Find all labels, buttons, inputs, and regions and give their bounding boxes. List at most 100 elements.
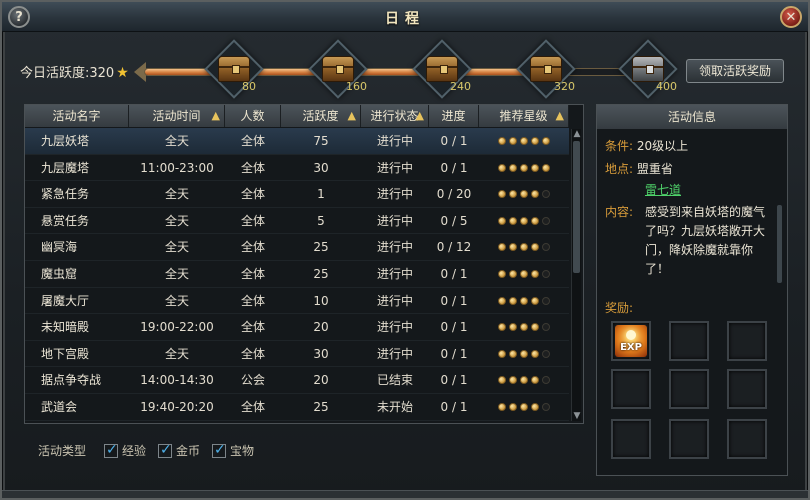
table-row[interactable]: 据点争夺战 14:00-14:30 公会 20 已结束 0 / 1 bbox=[25, 367, 569, 394]
table-scrollbar[interactable]: ▲ ▼ bbox=[571, 129, 581, 421]
star-filled-icon bbox=[520, 349, 528, 358]
reward-slot[interactable] bbox=[611, 369, 651, 409]
reward-slot[interactable] bbox=[727, 321, 767, 361]
cell-time: 全天 bbox=[164, 266, 189, 281]
cell-people: 全体 bbox=[240, 187, 265, 202]
reward-slot[interactable] bbox=[727, 369, 767, 409]
table-row[interactable]: 紧急任务 全天 全体 1 进行中 0 / 20 bbox=[25, 181, 569, 208]
cell-progress: 0 / 12 bbox=[436, 240, 472, 255]
table-row[interactable]: 屠魔大厅 全天 全体 10 进行中 0 / 1 bbox=[25, 288, 569, 315]
star-rating bbox=[479, 394, 569, 420]
filter-treasure-checkbox[interactable]: 宝物 bbox=[212, 442, 254, 459]
milestone-chest[interactable]: 320 bbox=[516, 39, 576, 99]
close-button[interactable]: ✕ bbox=[780, 6, 802, 28]
milestone-chest[interactable]: 400 bbox=[618, 39, 678, 99]
filter-gold-checkbox[interactable]: 金币 bbox=[158, 442, 200, 459]
cell-people: 全体 bbox=[240, 399, 265, 414]
cell-activity: 20 bbox=[313, 320, 329, 335]
cell-time: 19:00-22:00 bbox=[140, 320, 214, 335]
filter-exp-checkbox[interactable]: 经验 bbox=[104, 442, 146, 459]
table-row[interactable]: 地下宫殿 全天 全体 30 进行中 0 / 1 bbox=[25, 341, 569, 368]
column-header[interactable]: 活跃度 ▲ bbox=[281, 105, 361, 127]
table-row[interactable]: 幽冥海 全天 全体 25 进行中 0 / 12 bbox=[25, 234, 569, 261]
cell-progress: 0 / 1 bbox=[440, 293, 468, 308]
table-row[interactable]: 未知暗殿 19:00-22:00 全体 20 进行中 0 / 1 bbox=[25, 314, 569, 341]
scroll-up-icon[interactable]: ▲ bbox=[572, 129, 582, 139]
scroll-thumb[interactable] bbox=[573, 141, 580, 273]
treasure-chest-icon bbox=[218, 56, 250, 82]
table-row[interactable]: 武道会 19:40-20:20 全体 25 未开始 0 / 1 bbox=[25, 394, 569, 421]
star-rating bbox=[479, 234, 569, 260]
location-link[interactable]: 雷七道 bbox=[645, 181, 681, 198]
cell-name: 据点争夺战 bbox=[41, 373, 102, 388]
star-empty-icon bbox=[542, 216, 550, 225]
cell-people: 全体 bbox=[240, 134, 265, 148]
star-rating bbox=[479, 208, 569, 234]
cell-progress: 0 / 1 bbox=[440, 399, 468, 414]
star-filled-icon bbox=[520, 216, 528, 225]
milestone-value: 80 bbox=[242, 80, 256, 93]
star-filled-icon bbox=[498, 296, 506, 305]
reward-slot[interactable] bbox=[669, 419, 709, 459]
column-header[interactable]: 活动时间 ▲ bbox=[129, 105, 225, 127]
reward-slot[interactable]: EXP bbox=[611, 321, 651, 361]
reward-slot[interactable] bbox=[611, 419, 651, 459]
reward-slot[interactable] bbox=[669, 321, 709, 361]
column-header-label: 活动名字 bbox=[52, 109, 101, 123]
star-empty-icon bbox=[542, 296, 550, 305]
condition-row: 条件: 20级以上 bbox=[605, 137, 688, 154]
star-filled-icon bbox=[509, 376, 517, 385]
cell-status: 进行中 bbox=[376, 320, 413, 335]
cell-stars bbox=[479, 208, 569, 234]
column-header-label: 活动时间 bbox=[152, 109, 201, 123]
cell-time: 全天 bbox=[164, 240, 189, 255]
cell-progress: 0 / 20 bbox=[436, 187, 472, 202]
filter-option-label: 金币 bbox=[176, 444, 201, 458]
column-header-label: 人数 bbox=[240, 109, 265, 123]
table-row[interactable]: 九层妖塔 全天 全体 75 进行中 0 / 1 bbox=[25, 128, 569, 155]
star-filled-icon bbox=[498, 376, 506, 385]
cell-stars bbox=[479, 288, 569, 314]
cell-status: 进行中 bbox=[376, 240, 413, 255]
star-filled-icon bbox=[498, 402, 506, 411]
filter-option-label: 宝物 bbox=[230, 444, 255, 458]
column-header[interactable]: 推荐星级 ▲ bbox=[479, 105, 569, 127]
star-filled-icon bbox=[498, 163, 506, 172]
reward-slot[interactable] bbox=[669, 369, 709, 409]
star-filled-icon bbox=[498, 190, 506, 199]
milestone-chest[interactable]: 160 bbox=[308, 39, 368, 99]
cell-time: 全天 bbox=[164, 293, 189, 308]
cell-time: 全天 bbox=[164, 187, 189, 202]
cell-people: 全体 bbox=[240, 266, 265, 281]
claim-activity-reward-button[interactable]: 领取活跃奖励 bbox=[686, 59, 784, 83]
milestone-chest[interactable]: 240 bbox=[412, 39, 472, 99]
star-filled-icon bbox=[542, 163, 550, 172]
milestone-value: 400 bbox=[656, 80, 677, 93]
milestone-value: 160 bbox=[346, 80, 367, 93]
cell-people: 全体 bbox=[240, 346, 265, 361]
table-row[interactable]: 九层魔塔 11:00-23:00 全体 30 进行中 0 / 1 bbox=[25, 155, 569, 182]
column-header[interactable]: 进行状态 ▲ bbox=[361, 105, 429, 127]
cell-time: 14:00-14:30 bbox=[140, 373, 214, 388]
column-header: 活动名字 bbox=[25, 105, 129, 127]
table-row[interactable]: 悬赏任务 全天 全体 5 进行中 0 / 5 bbox=[25, 208, 569, 235]
milestone-chest[interactable]: 80 bbox=[204, 39, 264, 99]
description-scrollbar[interactable] bbox=[777, 205, 782, 283]
activity-type-filter: 活动类型 经验 金币 宝物 bbox=[38, 442, 254, 459]
star-filled-icon bbox=[531, 137, 539, 145]
cell-name: 紧急任务 bbox=[41, 187, 90, 202]
reward-slot[interactable] bbox=[727, 419, 767, 459]
star-filled-icon bbox=[531, 243, 539, 252]
content-key: 内容: bbox=[605, 205, 634, 219]
treasure-chest-icon bbox=[322, 56, 354, 82]
scroll-down-icon[interactable]: ▼ bbox=[572, 411, 582, 421]
cell-status: 进行中 bbox=[376, 293, 413, 308]
star-filled-icon bbox=[509, 190, 517, 199]
column-header-label: 进度 bbox=[441, 109, 466, 123]
table-row[interactable]: 魔虫窟 全天 全体 25 进行中 0 / 1 bbox=[25, 261, 569, 288]
star-filled-icon bbox=[520, 296, 528, 305]
cell-activity: 25 bbox=[313, 266, 329, 281]
star-filled-icon bbox=[498, 137, 506, 145]
star-filled-icon bbox=[520, 269, 528, 278]
close-icon: ✕ bbox=[785, 9, 797, 25]
